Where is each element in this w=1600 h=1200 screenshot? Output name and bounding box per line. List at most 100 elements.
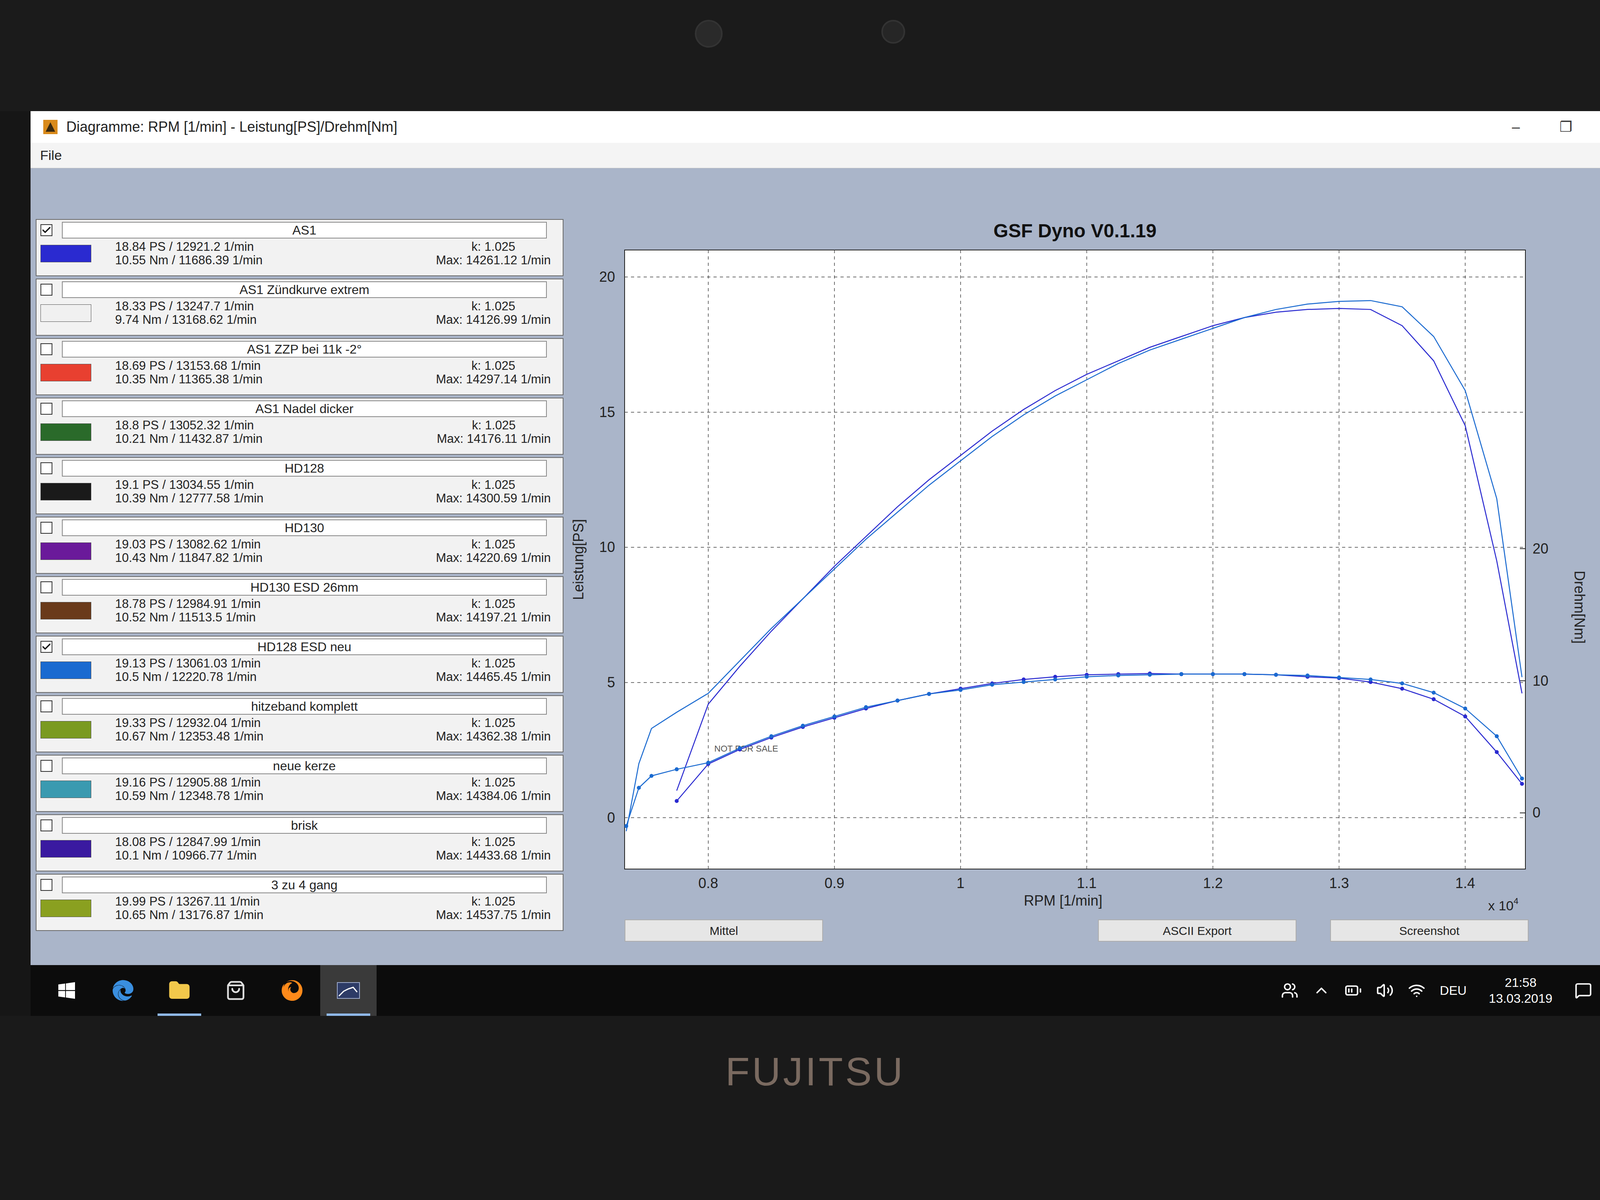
legend-power: 19.99 PS / 13267.11 1/min [115,894,428,909]
legend-name: AS1 ZZP bei 11k -2° [61,340,547,358]
legend-torque: 10.43 Nm / 11847.82 1/min [115,551,428,565]
legend-entry[interactable]: hitzeband komplett19.33 PS / 12932.04 1/… [35,695,564,753]
legend-entry[interactable]: HD130 ESD 26mm18.78 PS / 12984.91 1/mink… [35,576,564,634]
taskbar-app[interactable] [38,965,95,1016]
legend-torque: 10.67 Nm / 12353.48 1/min [115,729,428,744]
legend-name: HD130 [61,519,547,537]
torque-point [863,705,868,710]
legend-checkbox[interactable] [40,878,53,891]
taskbar-app[interactable] [94,965,152,1016]
menu-bar: File [30,142,1600,169]
x-tick: 1.2 [1202,250,1223,892]
legend-power: 18.8 PS / 13052.32 1/min [115,418,429,433]
legend-k: k: 1.025 [435,537,551,552]
chart-button[interactable]: Mittel [624,919,824,942]
clock[interactable]: 21:5813.03.2019 [1480,974,1561,1007]
svg-text:20: 20 [1532,540,1549,557]
y-right-tick: 0 [1519,804,1541,822]
legend-entry[interactable]: AS1 Zündkurve extrem18.33 PS / 13247.7 1… [35,278,564,336]
svg-text:20: 20 [599,268,616,285]
legend-name: hitzeband komplett [61,698,547,715]
chevron-up-icon[interactable] [1312,981,1331,1000]
svg-text:1.3: 1.3 [1328,875,1349,892]
legend-checkbox[interactable] [40,402,53,415]
y-left-tick: 15 [599,403,1526,421]
y-left-tick: 10 [599,539,1526,556]
dyno-app-icon [336,980,361,1000]
legend-checkbox[interactable] [40,640,53,653]
torque-point [1519,776,1524,781]
legend-checkbox[interactable] [40,462,53,475]
window-control[interactable]: – [1496,116,1536,138]
legend-k: k: 1.025 [435,597,551,611]
legend-checkbox[interactable] [40,343,53,356]
legend-entry[interactable]: AS118.84 PS / 12921.2 1/mink: 1.02510.55… [35,219,564,277]
legend-swatch [40,482,92,501]
legend-checkbox[interactable] [40,759,53,772]
legend-torque: 10.1 Nm / 10966.77 1/min [115,848,428,863]
torque-point [1116,673,1121,678]
legend-checkbox[interactable] [40,283,53,296]
y-right-tick: 10 [1519,672,1549,689]
legend-k: k: 1.025 [436,418,551,433]
legend-swatch [40,423,92,441]
people-icon[interactable] [1280,981,1299,1000]
legend-swatch [40,244,92,263]
legend-checkbox[interactable] [40,581,53,594]
volume-icon[interactable] [1376,981,1394,1000]
window-title: Diagramme: RPM [1/min] - Leistung[PS]/Dr… [66,116,1489,138]
legend-torque: 10.65 Nm / 13176.87 1/min [115,908,428,922]
taskbar-app[interactable] [320,965,377,1016]
legend-entry[interactable]: 3 zu 4 gang19.99 PS / 13267.11 1/mink: 1… [35,873,564,931]
series [624,300,1524,832]
torque-point [1519,781,1524,786]
taskbar-app[interactable] [207,965,264,1016]
legend-name: HD128 [61,459,547,477]
legend-checkbox[interactable] [40,521,53,534]
legend-entry[interactable]: AS1 Nadel dicker18.8 PS / 13052.32 1/min… [35,397,564,455]
torque-point [1148,673,1152,677]
taskbar-app[interactable] [263,965,321,1016]
legend-checkbox[interactable] [40,819,53,832]
legend-entry[interactable]: neue kerze19.16 PS / 12905.88 1/mink: 1.… [35,754,564,812]
torque-point [1210,672,1215,677]
screen: Diagramme: RPM [1/min] - Leistung[PS]/Dr… [30,111,1600,1016]
chart-panel: GSF Dyno V0.1.190.80.911.11.21.31.405101… [563,168,1600,966]
x-tick: 0.9 [824,250,845,892]
window-control[interactable]: ❐ [1543,116,1589,138]
legend-entry[interactable]: brisk18.08 PS / 12847.99 1/mink: 1.02510… [35,814,564,872]
legend-name: HD128 ESD neu [61,638,547,656]
torque-point [1179,672,1184,677]
legend-entry[interactable]: AS1 ZZP bei 11k -2°18.69 PS / 13153.68 1… [35,338,564,396]
torque-point [1463,714,1468,719]
watermark: NOT FOR SALE [714,743,779,754]
battery-icon[interactable] [1344,981,1362,1000]
legend-entry[interactable]: HD13019.03 PS / 13082.62 1/mink: 1.02510… [35,516,564,574]
legend-entry[interactable]: HD128 ESD neu19.13 PS / 13061.03 1/mink:… [35,635,564,693]
legend-checkbox[interactable] [40,224,53,237]
wifi-icon[interactable] [1407,981,1426,1000]
svg-text:15: 15 [599,403,616,421]
legend-checkbox[interactable] [40,700,53,713]
legend-torque: 10.5 Nm / 12220.78 1/min [115,670,428,684]
folder-icon [168,979,191,1002]
chart-button[interactable]: ASCII Export [1098,919,1297,942]
legend-torque: 10.21 Nm / 11432.87 1/min [115,432,429,446]
svg-text:0: 0 [607,809,616,826]
torque-point [1431,697,1436,702]
torque-point [895,698,900,703]
torque-point [1400,681,1404,686]
taskbar-app[interactable] [151,965,208,1016]
svg-text:1.4: 1.4 [1455,875,1475,892]
legend-max: Max: 14197.21 1/min [435,610,551,625]
chart-button[interactable]: Screenshot [1330,919,1529,942]
menu-item[interactable]: File [40,145,62,166]
edge-icon [112,979,134,1002]
legend-power: 18.08 PS / 12847.99 1/min [115,835,428,849]
plot-area [624,250,1526,870]
notification-icon[interactable] [1574,981,1593,1000]
legend-max: Max: 14465.45 1/min [435,670,551,684]
legend-entry[interactable]: HD12819.1 PS / 13034.55 1/mink: 1.02510.… [35,457,564,515]
check-icon [41,641,52,652]
language[interactable]: DEU [1439,980,1467,1000]
